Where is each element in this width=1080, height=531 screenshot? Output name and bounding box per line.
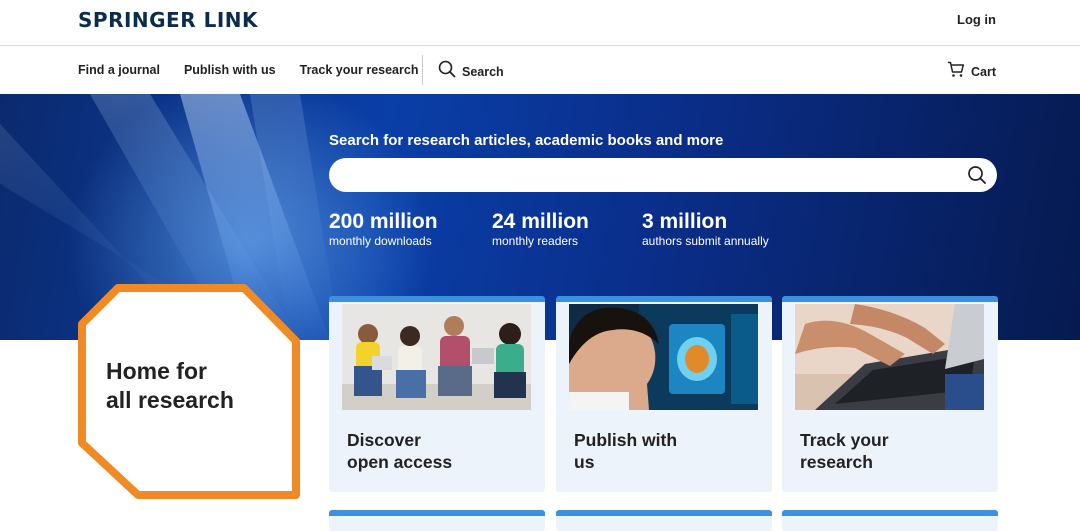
main-nav: Find a journal Publish with us Track you…	[0, 47, 1080, 94]
hero-search-input[interactable]	[345, 158, 945, 192]
card-title-line-2: open access	[347, 451, 453, 472]
search-icon	[438, 60, 456, 83]
nav-search-button[interactable]: Search	[438, 60, 504, 83]
card-discover-open-access[interactable]: Discover open access	[329, 296, 545, 492]
nav-track-research[interactable]: Track your research	[300, 63, 419, 77]
stat-number: 24 million	[492, 210, 589, 233]
card-image-people-reading	[342, 304, 531, 410]
nav-find-journal[interactable]: Find a journal	[78, 63, 160, 77]
card-row-2-item[interactable]	[329, 510, 545, 531]
login-link[interactable]: Log in	[957, 12, 996, 27]
stat-label: authors submit annually	[642, 234, 769, 249]
cart-label: Cart	[970, 65, 996, 79]
card-track-your-research[interactable]: Track your research	[782, 296, 998, 492]
card-title-line-2: us	[574, 451, 595, 472]
card-title-line-1: Discover	[347, 430, 421, 450]
nav-links: Find a journal Publish with us Track you…	[78, 63, 418, 77]
cart-button[interactable]: Cart	[947, 61, 996, 83]
card-title: Track your research	[800, 430, 889, 474]
card-image-researcher-screens	[569, 304, 758, 410]
feature-line-1: Home for	[106, 358, 207, 384]
nav-publish-with-us[interactable]: Publish with us	[184, 63, 276, 77]
card-title-line-1: Track your	[800, 430, 889, 450]
cart-icon	[947, 61, 965, 83]
stat-number: 200 million	[329, 210, 438, 233]
hero-search-submit-icon[interactable]	[967, 165, 987, 185]
stat-authors: 3 million authors submit annually	[642, 210, 769, 250]
stat-downloads: 200 million monthly downloads	[329, 210, 438, 250]
card-title-line-2: research	[800, 451, 873, 472]
card-publish-with-us[interactable]: Publish with us	[556, 296, 772, 492]
nav-divider	[422, 55, 423, 85]
springer-link-logo[interactable]: SPRINGER LINK	[78, 8, 258, 32]
feature-line-2: all research	[106, 386, 234, 413]
nav-search-label: Search	[462, 64, 504, 79]
stat-label: monthly downloads	[329, 234, 432, 249]
stat-label: monthly readers	[492, 234, 579, 249]
stat-readers: 24 million monthly readers	[492, 210, 589, 250]
card-title: Discover open access	[347, 430, 452, 474]
card-title-line-1: Publish with	[574, 430, 678, 450]
top-bar: SPRINGER LINK Log in	[0, 0, 1080, 46]
card-image-typing-laptop	[795, 304, 984, 410]
home-for-all-research-text: Home for all research	[106, 357, 234, 415]
stat-number: 3 million	[642, 210, 728, 233]
card-row-2-item[interactable]	[556, 510, 772, 531]
hero-search-box	[329, 158, 997, 192]
hero-heading: Search for research articles, academic b…	[329, 132, 724, 149]
card-title: Publish with us	[574, 430, 677, 474]
card-row-2-item[interactable]	[782, 510, 998, 531]
